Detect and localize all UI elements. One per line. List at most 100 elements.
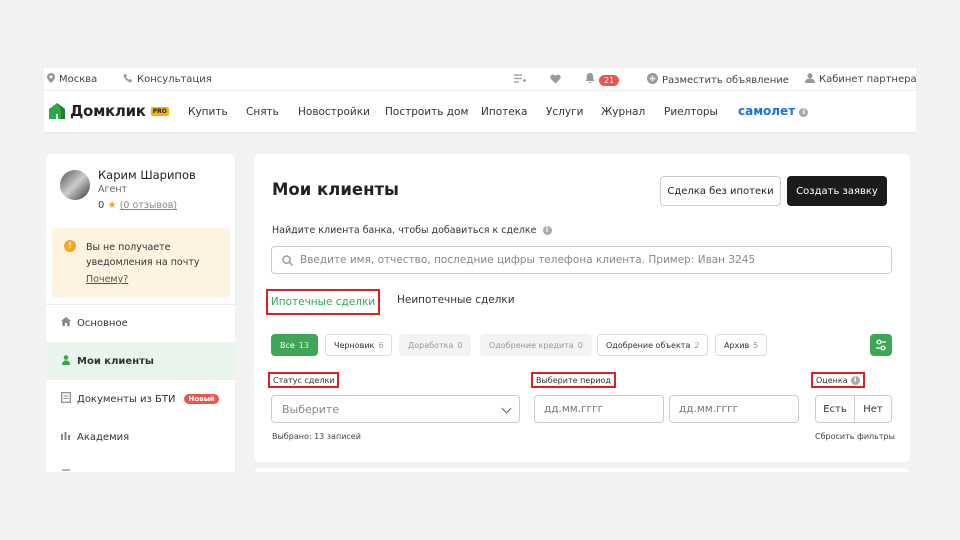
search-icon — [282, 251, 293, 270]
chip-count: 0 — [457, 340, 463, 350]
city-selector[interactable]: Москва — [47, 73, 97, 86]
reviews-link[interactable]: (0 отзывов) — [120, 200, 177, 211]
nav-journal[interactable]: Журнал — [601, 106, 645, 118]
status-chip-all[interactable]: Все 13 — [271, 334, 318, 356]
chip-count: 6 — [378, 340, 384, 350]
rating-no-button[interactable]: Нет — [854, 395, 892, 423]
find-client-label: Найдите клиента банка, чтобы добавиться … — [272, 225, 552, 236]
chip-label: Все — [280, 340, 295, 350]
status-chip-draft[interactable]: Черновик 6 — [325, 334, 393, 356]
heart-icon[interactable] — [550, 74, 561, 84]
rating-filter-label: Оценка i — [811, 372, 865, 388]
compare-icon[interactable] — [514, 74, 526, 84]
chip-count: 2 — [694, 340, 700, 350]
nav-services[interactable]: Услуги — [546, 106, 583, 118]
reset-filters-link[interactable]: Сбросить фильтры — [815, 432, 895, 441]
document-icon — [60, 392, 71, 406]
logo-text: Домклик — [70, 102, 146, 120]
warning-text: Вы не получаете уведомления на почту — [86, 242, 200, 268]
deal-without-mortgage-button[interactable]: Сделка без ипотеки — [660, 176, 781, 206]
user-name: Карим Шарипов — [98, 168, 196, 182]
chip-count: 0 — [577, 340, 583, 350]
page-title: Мои клиенты — [272, 180, 399, 199]
status-chip-revision[interactable]: Доработка 0 — [399, 334, 472, 356]
find-client-text: Найдите клиента банка, чтобы добавиться … — [272, 225, 537, 236]
nav-rent[interactable]: Снять — [246, 106, 279, 118]
chip-label: Черновик — [334, 340, 375, 350]
chip-label: Одобрение кредита — [489, 340, 574, 350]
chip-count: 5 — [753, 340, 759, 350]
post-ad-link[interactable]: Разместить объявление — [647, 73, 789, 87]
chip-label: Доработка — [408, 340, 454, 350]
deal-status-label: Статус сделки — [268, 372, 340, 388]
chip-label: Архив — [724, 340, 750, 350]
create-request-button[interactable]: Создать заявку — [787, 176, 887, 206]
consultation-label: Консультация — [137, 74, 212, 85]
nav-build-house[interactable]: Построить дом — [385, 106, 468, 118]
sidebar-item-label: Основное — [77, 317, 128, 329]
nav-new-buildings[interactable]: Новостройки — [298, 106, 370, 118]
sidebar-item-label: Мои клиенты — [77, 355, 154, 367]
user-role: Агент — [98, 184, 128, 195]
person-icon — [60, 354, 71, 368]
avatar — [60, 170, 90, 200]
rating-filter-text: Оценка — [816, 375, 848, 385]
filter-settings-button[interactable] — [870, 334, 892, 356]
location-pin-icon — [47, 73, 55, 86]
clients-panel: Мои клиенты Сделка без ипотеки Создать з… — [254, 154, 910, 462]
info-icon[interactable]: i — [542, 226, 552, 235]
star-icon: ★ — [107, 200, 117, 211]
list-icon — [60, 468, 71, 473]
notifications-button[interactable]: 21 — [585, 73, 620, 87]
sidebar-item-label: Академия — [77, 431, 130, 443]
plus-circle-icon — [647, 73, 658, 87]
clients-list-panel — [254, 468, 910, 472]
warning-why-link[interactable]: Почему? — [86, 274, 128, 285]
user-rating: 0 ★ (0 отзывов) — [98, 200, 177, 211]
app-window: Москва Консультация 21 Разместить объявл… — [44, 68, 916, 472]
deal-status-select[interactable]: Выберите — [271, 395, 520, 423]
sidebar-item-my-clients[interactable]: Мои клиенты — [46, 342, 235, 380]
nav-realtors[interactable]: Риелторы — [664, 106, 718, 118]
client-search[interactable] — [271, 246, 892, 274]
info-icon: i — [799, 108, 809, 117]
academy-icon — [60, 431, 71, 444]
rating-yes-button[interactable]: Есть — [815, 395, 855, 423]
sidebar-item-label: Документы из БТИ — [77, 393, 176, 405]
phone-icon — [123, 73, 133, 86]
chip-count: 13 — [298, 340, 309, 350]
rating-value: 0 — [98, 200, 105, 211]
nav-mortgage[interactable]: Ипотека — [481, 106, 528, 118]
period-label: Выберите период — [531, 372, 616, 388]
sidebar-item-main[interactable]: Основное — [46, 304, 235, 342]
partner-cabinet-label: Кабинет партнера — [819, 74, 916, 85]
domclick-logo[interactable]: Домклик PRO — [48, 102, 169, 120]
user-icon — [805, 73, 815, 86]
warning-icon: ! — [64, 240, 76, 252]
status-chip-archive[interactable]: Архив 5 — [715, 334, 768, 356]
nav-samolet[interactable]: самолет i — [738, 104, 809, 118]
consultation-link[interactable]: Консультация — [123, 73, 212, 86]
house-logo-icon — [48, 102, 66, 120]
date-to-field[interactable] — [669, 395, 799, 423]
new-badge: Новый — [184, 394, 219, 404]
partner-cabinet-link[interactable]: Кабинет партнера — [805, 73, 916, 86]
status-chip-credit-approval[interactable]: Одобрение кредита 0 — [480, 334, 592, 356]
logo-pro-badge: PRO — [150, 106, 169, 116]
chip-label: Одобрение объекта — [606, 340, 691, 350]
status-chip-object-approval[interactable]: Одобрение объекта 2 — [597, 334, 709, 356]
chevron-down-icon — [501, 403, 512, 414]
search-input[interactable] — [300, 254, 880, 266]
sliders-icon — [876, 339, 886, 351]
tab-mortgage-deals[interactable]: Ипотечные сделки — [266, 289, 380, 315]
sidebar-item-bti-documents[interactable]: Документы из БТИ Новый — [46, 380, 235, 418]
select-value: Выберите — [282, 402, 340, 416]
info-icon: i — [850, 375, 860, 385]
sidebar-item-partial[interactable] — [46, 456, 235, 472]
tab-non-mortgage-deals[interactable]: Неипотечные сделки — [397, 294, 515, 306]
date-from-field[interactable] — [534, 395, 664, 423]
nav-buy[interactable]: Купить — [188, 106, 228, 118]
post-ad-label: Разместить объявление — [662, 74, 789, 86]
sidebar-item-academy[interactable]: Академия — [46, 418, 235, 456]
top-bar: Москва Консультация 21 Разместить объявл… — [44, 68, 916, 90]
